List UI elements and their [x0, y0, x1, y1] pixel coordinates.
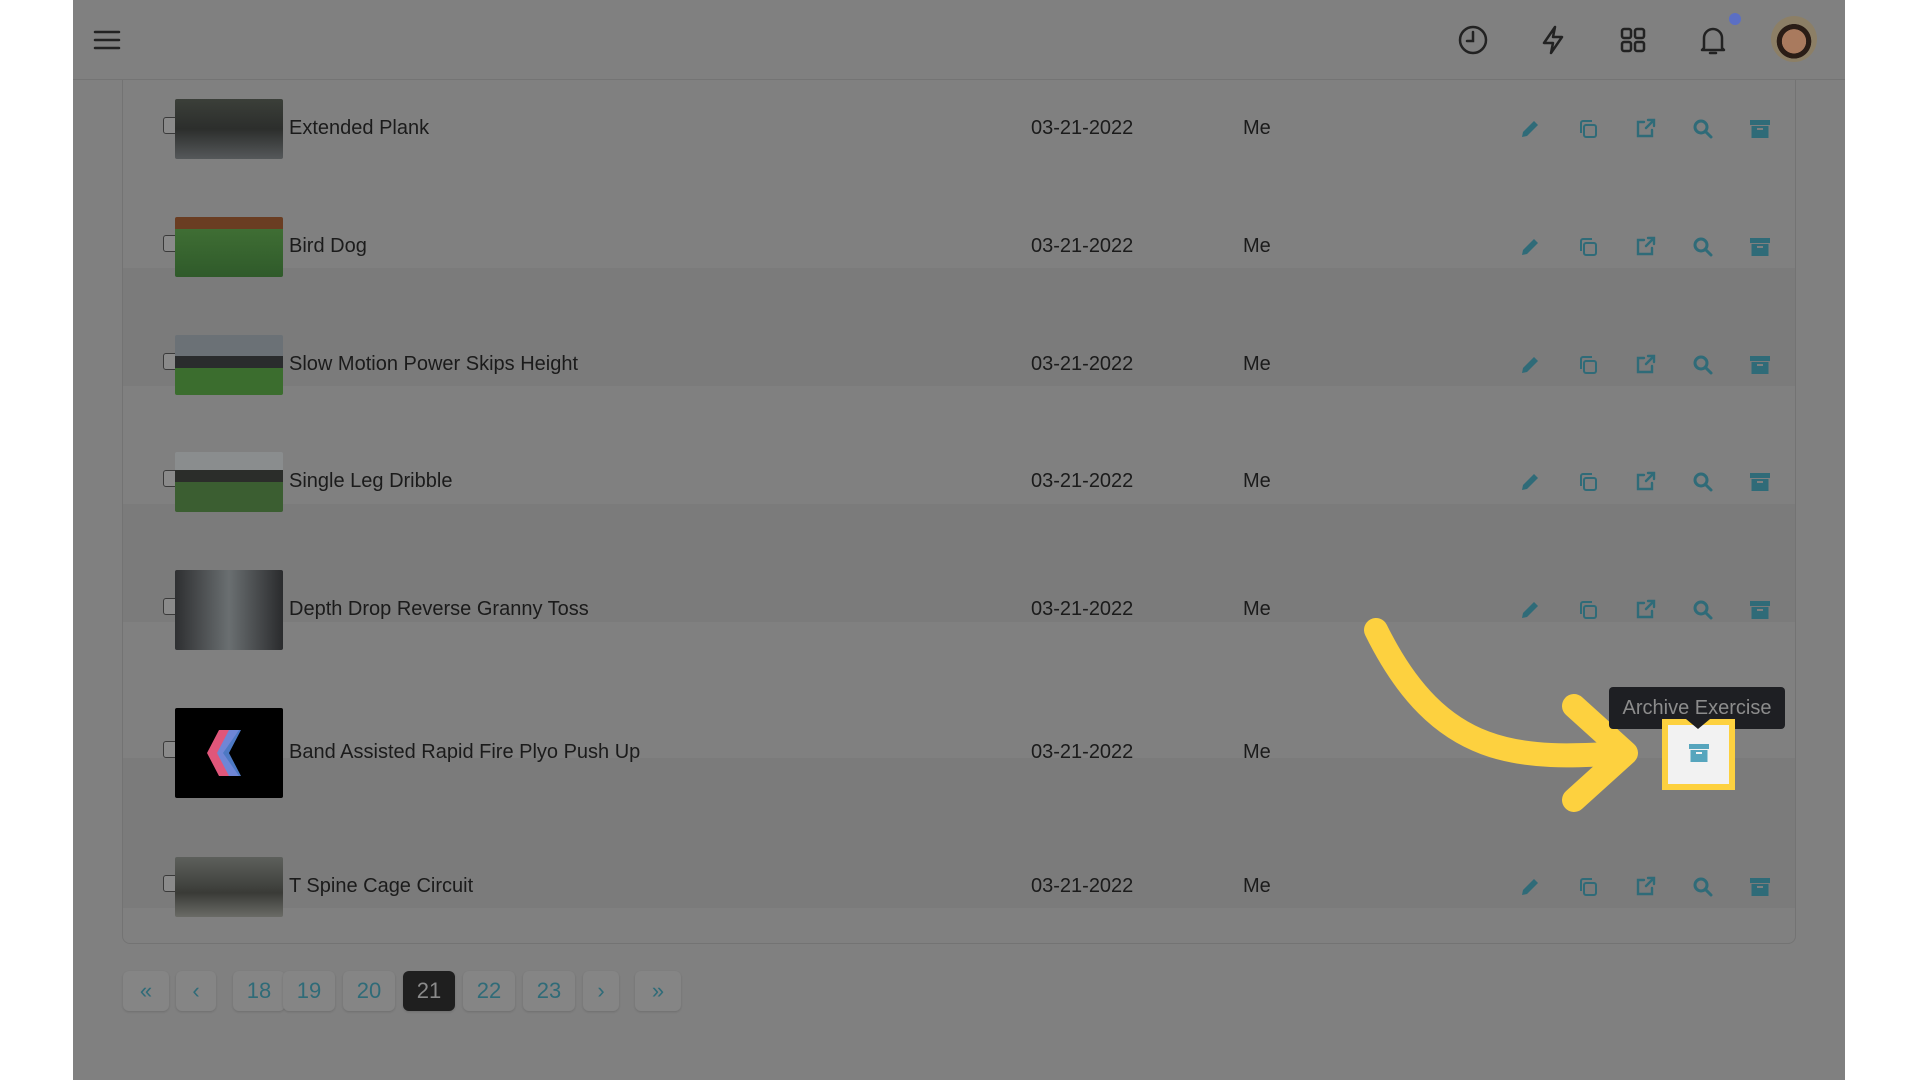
bell-icon[interactable] [1695, 22, 1731, 58]
exercise-date: 03-21-2022 [1031, 117, 1134, 139]
avatar[interactable] [1771, 16, 1817, 62]
edit-icon[interactable] [1518, 235, 1542, 259]
exercise-owner: Me [1243, 117, 1271, 139]
open-external-icon[interactable] [1633, 353, 1657, 377]
open-external-icon[interactable] [1633, 875, 1657, 899]
exercise-name[interactable]: Band Assisted Rapid Fire Plyo Push Up [289, 741, 640, 764]
pagination-page-19[interactable]: 19 [283, 971, 335, 1011]
pagination-page-21[interactable]: 21 [403, 971, 455, 1011]
exercise-name[interactable]: Bird Dog [289, 235, 367, 258]
exercise-name[interactable]: T Spine Cage Circuit [289, 875, 473, 898]
archive-icon[interactable] [1748, 598, 1772, 622]
duplicate-icon[interactable] [1576, 117, 1600, 141]
exercise-date: 03-21-2022 [1031, 353, 1134, 375]
open-external-icon[interactable] [1633, 117, 1657, 141]
open-external-icon[interactable] [1633, 470, 1657, 494]
pagination-next[interactable]: › [583, 971, 619, 1011]
notification-dot [1729, 13, 1741, 25]
exercise-date: 03-21-2022 [1031, 875, 1134, 897]
pagination-first[interactable]: « [123, 971, 169, 1011]
edit-icon[interactable] [1518, 470, 1542, 494]
duplicate-icon[interactable] [1576, 598, 1600, 622]
exercise-thumbnail[interactable] [175, 708, 283, 798]
exercise-thumbnail[interactable] [175, 857, 283, 917]
duplicate-icon[interactable] [1576, 235, 1600, 259]
lightning-icon[interactable] [1535, 22, 1571, 58]
exercise-thumbnail[interactable] [175, 335, 283, 395]
search-icon[interactable] [1691, 598, 1715, 622]
search-icon[interactable] [1691, 353, 1715, 377]
exercise-name[interactable]: Extended Plank [289, 117, 429, 140]
exercise-date: 03-21-2022 [1031, 741, 1134, 763]
top-header [73, 0, 1845, 80]
edit-icon[interactable] [1518, 117, 1542, 141]
pagination-page-18[interactable]: 18 [233, 971, 285, 1011]
duplicate-icon[interactable] [1576, 470, 1600, 494]
search-icon[interactable] [1691, 235, 1715, 259]
pagination-page-20[interactable]: 20 [343, 971, 395, 1011]
exercise-owner: Me [1243, 741, 1271, 763]
page: Extended Plank 03-21-2022 Me Bird Dog 03… [73, 0, 1845, 1080]
exercise-thumbnail[interactable] [175, 570, 283, 650]
archive-icon[interactable] [1748, 875, 1772, 899]
archive-icon[interactable] [1748, 117, 1772, 141]
duplicate-icon[interactable] [1576, 875, 1600, 899]
pagination-prev[interactable]: ‹ [176, 971, 216, 1011]
exercise-table: Extended Plank 03-21-2022 Me Bird Dog 03… [122, 80, 1796, 944]
table-row: Depth Drop Reverse Granny Toss 03-21-202… [123, 570, 1795, 758]
edit-icon[interactable] [1518, 741, 1542, 765]
exercise-owner: Me [1243, 235, 1271, 257]
open-external-icon[interactable] [1633, 235, 1657, 259]
edit-icon[interactable] [1518, 353, 1542, 377]
pagination-page-22[interactable]: 22 [463, 971, 515, 1011]
exercise-date: 03-21-2022 [1031, 235, 1134, 257]
archive-icon[interactable] [1748, 353, 1772, 377]
edit-icon[interactable] [1518, 598, 1542, 622]
apps-grid-icon[interactable] [1615, 22, 1651, 58]
table-row: Extended Plank 03-21-2022 Me [123, 99, 1795, 258]
exercise-date: 03-21-2022 [1031, 598, 1134, 620]
menu-icon[interactable] [89, 22, 125, 58]
exercise-owner: Me [1243, 353, 1271, 375]
duplicate-icon[interactable] [1576, 353, 1600, 377]
search-icon[interactable] [1691, 117, 1715, 141]
exercise-owner: Me [1243, 470, 1271, 492]
exercise-thumbnail[interactable] [175, 99, 283, 159]
exercise-name[interactable]: Depth Drop Reverse Granny Toss [289, 598, 589, 621]
exercise-owner: Me [1243, 598, 1271, 620]
search-icon[interactable] [1691, 875, 1715, 899]
pagination-page-23[interactable]: 23 [523, 971, 575, 1011]
open-external-icon[interactable] [1633, 598, 1657, 622]
exercise-thumbnail[interactable] [175, 452, 283, 512]
archive-button-highlighted[interactable] [1662, 719, 1735, 790]
tooltip-text: Archive Exercise [1622, 696, 1772, 719]
exercise-name[interactable]: Single Leg Dribble [289, 470, 452, 493]
search-icon[interactable] [1691, 470, 1715, 494]
pagination-last[interactable]: » [635, 971, 681, 1011]
tooltip-caret [1686, 719, 1710, 729]
edit-icon[interactable] [1518, 875, 1542, 899]
archive-icon[interactable] [1748, 235, 1772, 259]
exercise-owner: Me [1243, 875, 1271, 897]
archive-icon [1689, 744, 1709, 762]
clock-icon[interactable] [1455, 22, 1491, 58]
archive-icon[interactable] [1748, 470, 1772, 494]
exercise-date: 03-21-2022 [1031, 470, 1134, 492]
exercise-name[interactable]: Slow Motion Power Skips Height [289, 353, 578, 376]
exercise-thumbnail[interactable] [175, 217, 283, 277]
